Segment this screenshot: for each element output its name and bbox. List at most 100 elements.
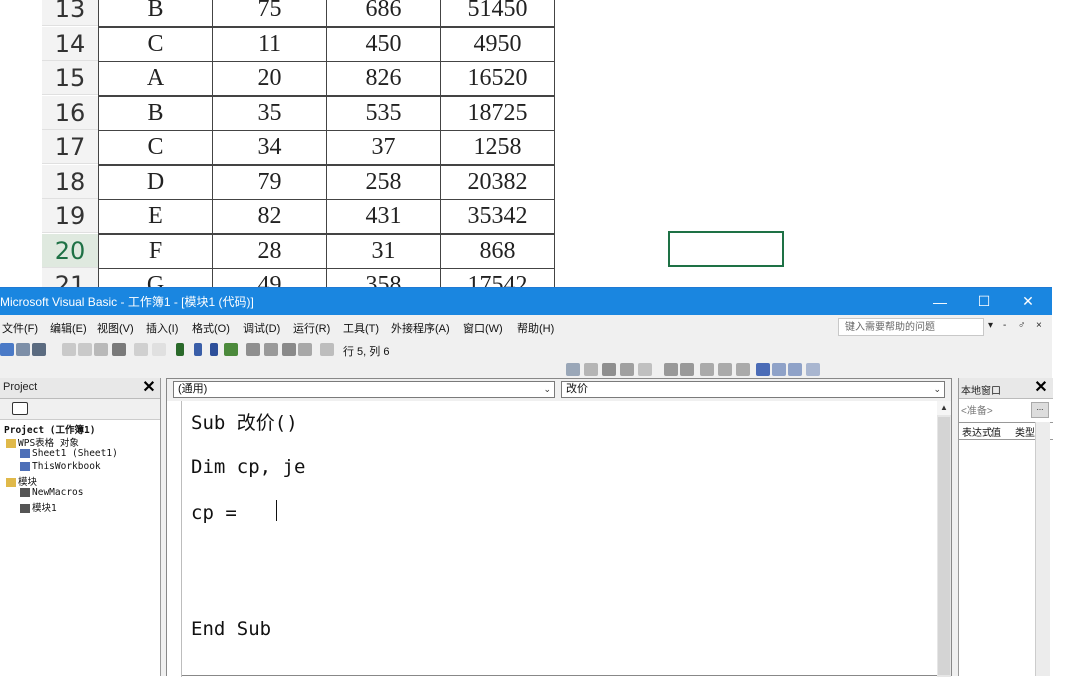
menu-insert[interactable]: 插入(I) [146,320,178,336]
paste-icon[interactable] [94,343,108,356]
table-cell[interactable]: 34 [212,130,327,165]
help-search-input[interactable]: 键入需要帮助的问题 [838,318,984,336]
help-icon[interactable] [320,343,334,356]
table-cell[interactable]: 258 [326,165,441,200]
row-header[interactable]: 14 [42,27,98,61]
table-cell[interactable]: 20382 [440,165,555,200]
undo-icon[interactable] [134,343,148,356]
title-bar[interactable]: Microsoft Visual Basic - 工作簿1 - [模块1 (代码… [0,288,1052,315]
menu-help[interactable]: 帮助(H) [517,320,554,336]
scroll-up-icon[interactable]: ▲ [937,401,951,415]
menu-edit[interactable]: 编辑(E) [50,320,87,336]
parameter-info-icon[interactable] [620,363,634,376]
table-cell[interactable]: 20 [212,61,327,96]
table-cell[interactable]: B [98,0,213,27]
save-icon[interactable] [32,343,46,356]
table-cell[interactable]: 431 [326,199,441,234]
code-margin[interactable] [167,401,182,677]
call-stack-button[interactable]: ... [1031,402,1049,418]
insert-module-icon[interactable] [16,343,30,356]
table-cell[interactable]: 35 [212,96,327,131]
table-cell[interactable]: 28 [212,234,327,269]
table-cell[interactable]: 11 [212,27,327,62]
list-properties-icon[interactable] [566,363,580,376]
table-cell[interactable]: E [98,199,213,234]
table-cell[interactable]: F [98,234,213,269]
mdi-close-icon[interactable]: × [1036,320,1042,331]
outdent-icon[interactable] [680,363,694,376]
toggle-bookmark-icon[interactable] [756,363,770,376]
row-header[interactable]: 13 [42,0,98,26]
table-cell[interactable]: 79 [212,165,327,200]
row-header[interactable]: 18 [42,165,98,199]
object-browser-icon[interactable] [282,343,296,356]
column-value[interactable]: 值 [991,424,1001,439]
toolbox-icon[interactable] [298,343,312,356]
previous-bookmark-icon[interactable] [788,363,802,376]
design-mode-icon[interactable] [224,343,238,356]
table-cell[interactable]: 450 [326,27,441,62]
table-cell[interactable]: D [98,165,213,200]
redo-icon[interactable] [152,343,166,356]
menu-file[interactable]: 文件(F) [2,320,38,336]
table-cell[interactable]: 37 [326,130,441,165]
clear-bookmarks-icon[interactable] [806,363,820,376]
object-combo[interactable]: (通用) ⌄ [173,381,555,398]
row-header[interactable]: 15 [42,61,98,95]
table-cell[interactable]: 75 [212,0,327,27]
row-header[interactable]: 16 [42,96,98,130]
table-cell[interactable]: 82 [212,199,327,234]
list-constants-icon[interactable] [584,363,598,376]
comment-block-icon[interactable] [718,363,732,376]
code-scrollbar[interactable]: ▲ [937,401,951,677]
tree-item-module1[interactable]: 模块1 [20,500,57,514]
close-button[interactable]: ✕ [1006,288,1050,315]
break-icon[interactable] [194,343,202,356]
selected-cell[interactable] [668,231,784,267]
tree-item-objects[interactable]: WPS表格 对象 [6,435,79,449]
row-header[interactable]: 20 [42,234,98,268]
table-cell[interactable]: 51450 [440,0,555,27]
menu-view[interactable]: 视图(V) [97,320,134,336]
mdi-restore-icon[interactable]: ♂ [1018,320,1026,331]
column-type[interactable]: 类型 [1015,424,1035,439]
next-bookmark-icon[interactable] [772,363,786,376]
table-cell[interactable]: C [98,27,213,62]
view-workbook-icon[interactable] [0,343,14,356]
run-icon[interactable] [176,343,184,356]
table-cell[interactable]: A [98,61,213,96]
copy-icon[interactable] [78,343,92,356]
table-cell[interactable]: 4950 [440,27,555,62]
table-cell[interactable]: 868 [440,234,555,269]
mdi-dropdown-icon[interactable]: ▾ [988,320,993,331]
minimize-button[interactable]: — [918,288,962,315]
menu-format[interactable]: 格式(O) [192,320,230,336]
reset-icon[interactable] [210,343,218,356]
menu-window[interactable]: 窗口(W) [463,320,503,336]
column-expression[interactable]: 表达式 [962,424,992,439]
table-cell[interactable]: B [98,96,213,131]
project-explorer-icon[interactable] [246,343,260,356]
quick-info-icon[interactable] [602,363,616,376]
complete-word-icon[interactable] [638,363,652,376]
table-cell[interactable]: 31 [326,234,441,269]
tree-project-root[interactable]: Project (工作簿1) [4,422,95,436]
tree-item-sheet1[interactable]: Sheet1 (Sheet1) [20,448,118,459]
locals-close-icon[interactable]: ✕ [1033,380,1049,396]
indent-icon[interactable] [664,363,678,376]
cut-icon[interactable] [62,343,76,356]
toggle-folders-icon[interactable] [12,402,28,415]
scroll-thumb[interactable] [938,417,950,675]
table-cell[interactable]: 16520 [440,61,555,96]
toggle-breakpoint-icon[interactable] [700,363,714,376]
table-cell[interactable]: 1258 [440,130,555,165]
uncomment-block-icon[interactable] [736,363,750,376]
row-header[interactable]: 17 [42,130,98,164]
maximize-button[interactable]: ☐ [962,288,1006,315]
mdi-minimize-icon[interactable]: - [1003,320,1006,331]
menu-addins[interactable]: 外接程序(A) [391,320,450,336]
row-header[interactable]: 19 [42,199,98,233]
tree-item-newmacros[interactable]: NewMacros [20,487,83,498]
table-cell[interactable]: 18725 [440,96,555,131]
table-cell[interactable]: 35342 [440,199,555,234]
